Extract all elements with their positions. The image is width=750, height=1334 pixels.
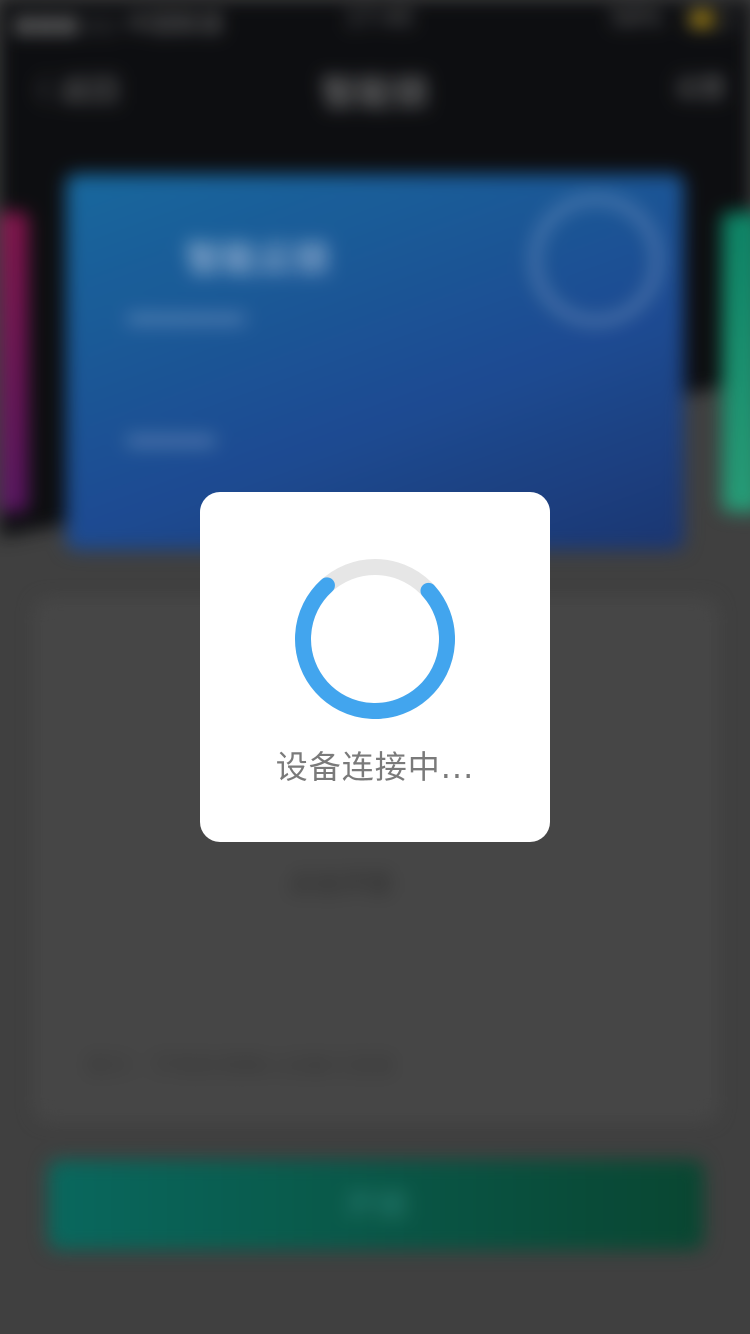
- loading-message: 设备连接中...: [275, 748, 475, 786]
- loading-dialog: 设备连接中...: [200, 492, 550, 842]
- spinner-arc: [295, 559, 455, 719]
- screen: ●●●○○ 中国联通 17:45 58% 〈 返回 智能锁 设置 智能云锁 点击…: [0, 0, 750, 1334]
- loading-spinner-icon: [295, 559, 455, 719]
